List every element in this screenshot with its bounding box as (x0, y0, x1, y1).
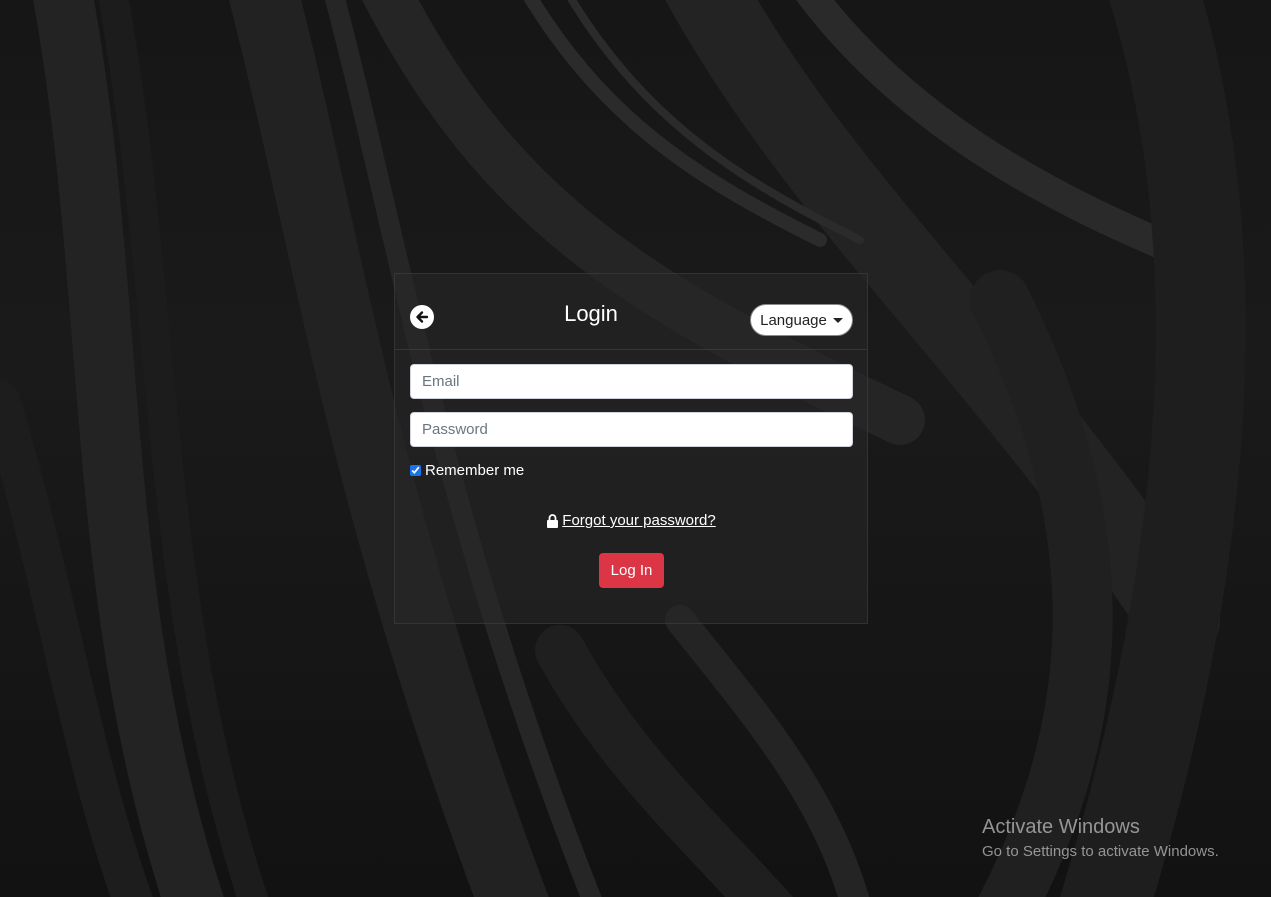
page-title: Login (564, 301, 618, 326)
login-card-header: Login Language (395, 274, 867, 350)
email-input[interactable] (410, 364, 853, 399)
language-label: Language (760, 311, 827, 329)
login-button[interactable]: Log In (599, 553, 664, 588)
watermark-title: Activate Windows (982, 816, 1140, 838)
windows-activation-watermark: Activate Windows Go to Settings to activ… (982, 816, 1219, 860)
forgot-password-row: Forgot your password? (395, 512, 867, 529)
forgot-password-link[interactable]: Forgot your password? (562, 512, 715, 529)
language-dropdown-button[interactable]: Language (750, 304, 853, 336)
password-input[interactable] (410, 412, 853, 447)
lock-icon (547, 513, 559, 528)
remember-me-label: Remember me (425, 462, 525, 479)
remember-me[interactable]: Remember me (410, 462, 524, 479)
watermark-subtitle: Go to Settings to activate Windows. (982, 843, 1219, 860)
caret-down-icon (832, 317, 843, 323)
remember-me-checkbox[interactable] (410, 465, 421, 476)
login-card: Login Language Remember me Forgot your p… (394, 273, 868, 624)
